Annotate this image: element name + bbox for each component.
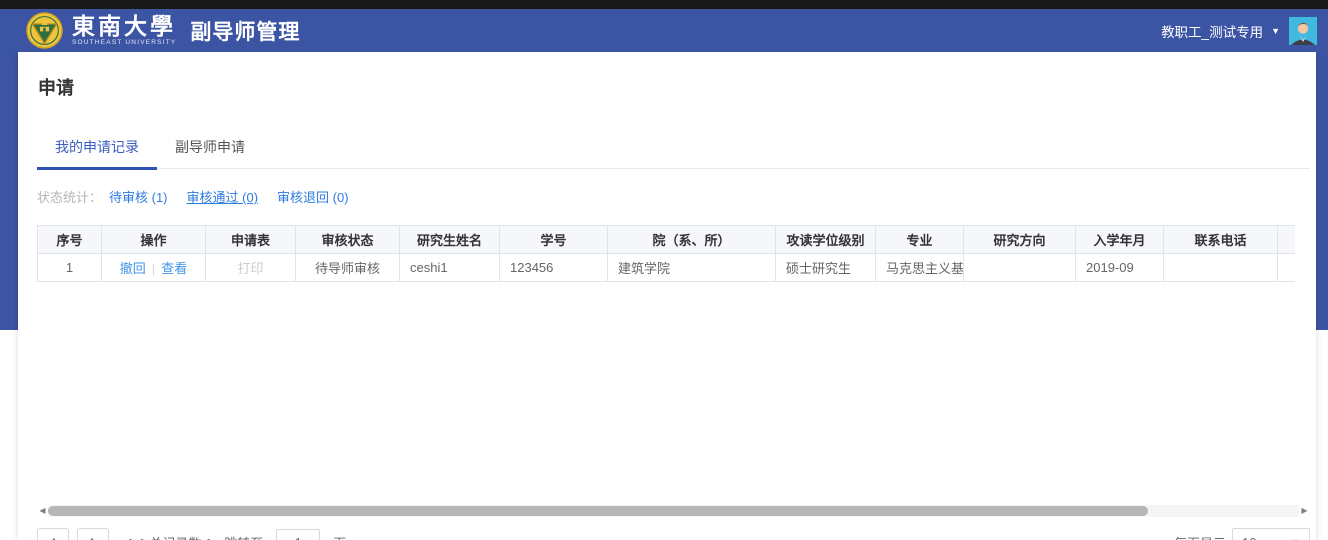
pagination-bar: ‹ › 1-1 总记录数 1 跳转至 页 每页显示 10 ▼ [37,522,1310,540]
withdraw-link[interactable]: 撤回 [120,261,146,276]
column-header: 序号 [37,225,102,254]
app-header: 東南大學 SOUTHEAST UNIVERSITY 副导师管理 教职工_测试专用… [0,9,1328,52]
status-statistics-label: 状态统计： [37,190,103,205]
row-index-cell: 1 [37,253,102,282]
table-row: 1 撤回 | 查看 打印 待导师审核 ceshi1 123456 建筑学院 硕士研究生 马克思主义基… [37,253,1295,282]
user-menu-area[interactable]: 教职工_测试专用 ▼ [1161,16,1317,45]
column-header: 操作 [101,225,206,254]
status-link-pending[interactable]: 待审核 (1) [109,187,168,206]
tab-bar: 我的申请记录 副导师申请 [37,139,1310,170]
application-form-cell: 打印 [205,253,296,282]
scrollbar-track[interactable] [48,504,1299,517]
per-page-label: 每页显示 [1174,533,1226,540]
page-title: 申请 [38,78,74,98]
column-header: 研究方向 [963,225,1076,254]
column-header: 审核状态 [295,225,400,254]
jump-to-label: 跳转至 [224,533,263,540]
per-page-value: 10 [1242,535,1256,540]
scrollbar-thumb[interactable] [48,505,1148,516]
college-cell: 建筑学院 [607,253,776,282]
print-link-disabled: 打印 [237,261,264,276]
review-status-cell: 待导师审核 [295,253,400,282]
record-count-text: 1-1 总记录数 1 [127,533,212,540]
column-header: 攻读学位级别 [775,225,876,254]
degree-level-cell: 硕士研究生 [775,253,876,282]
mobile-cell [1277,253,1295,282]
major-cell: 马克思主义基... [875,253,964,282]
student-id-cell: 123456 [499,253,608,282]
link-separator: | [151,261,156,276]
scroll-left-arrow-icon[interactable]: ◀ [37,504,48,517]
university-name-en: SOUTHEAST UNIVERSITY [72,38,177,46]
applications-table-viewport: 序号 操作 申请表 审核状态 研究生姓名 学号 院（系、所） 攻读学位级别 专业 研究方向 入学年月… [37,225,1295,282]
status-statistics-bar: 状态统计： 待审核 (1) 审核通过 (0) 审核退回 (0) [37,187,1310,206]
next-page-button[interactable]: › [77,528,109,540]
page-unit-label: 页 [333,533,346,540]
column-header: 入学年月 [1075,225,1164,254]
applications-table: 序号 操作 申请表 审核状态 研究生姓名 学号 院（系、所） 攻读学位级别 专业 研究方向 入学年月… [37,225,1295,282]
status-link-approved[interactable]: 审核通过 (0) [187,187,259,206]
operations-cell: 撤回 | 查看 [101,253,206,282]
avatar[interactable] [1289,16,1317,45]
column-header: 学号 [499,225,608,254]
per-page-area: 每页显示 10 ▼ [1168,528,1310,540]
tab-my-application-records[interactable]: 我的申请记录 [37,139,157,170]
student-name-cell: ceshi1 [399,253,500,282]
horizontal-scrollbar[interactable]: ◀ ▶ [37,504,1310,517]
chevron-down-icon[interactable]: ▼ [1271,26,1280,36]
status-link-returned[interactable]: 审核退回 (0) [277,187,349,206]
top-black-strip [0,0,1328,9]
tab-co-supervisor-application[interactable]: 副导师申请 [157,139,263,168]
column-header: 专业 [875,225,964,254]
view-link[interactable]: 查看 [161,261,187,276]
enroll-date-cell: 2019-09 [1075,253,1164,282]
scroll-right-arrow-icon[interactable]: ▶ [1299,504,1310,517]
phone-cell [1163,253,1278,282]
column-header: 申请表 [205,225,296,254]
university-name-cn: 東南大學 [72,13,176,39]
research-direction-cell [963,253,1076,282]
university-logo-icon [26,12,63,49]
column-header: 联系电话 [1163,225,1278,254]
user-menu-label[interactable]: 教职工_测试专用 [1161,21,1263,41]
app-title: 副导师管理 [190,20,301,44]
column-header: 院（系、所） [607,225,776,254]
prev-page-button[interactable]: ‹ [37,528,69,540]
page-number-input[interactable] [276,529,321,540]
column-header: 研究生姓名 [399,225,500,254]
column-header: 手机号码 [1277,225,1295,254]
content-card: 申请 我的申请记录 副导师申请 状态统计： 待审核 (1) 审核通过 (0) 审… [18,52,1316,540]
per-page-select[interactable]: 10 ▼ [1232,528,1310,540]
